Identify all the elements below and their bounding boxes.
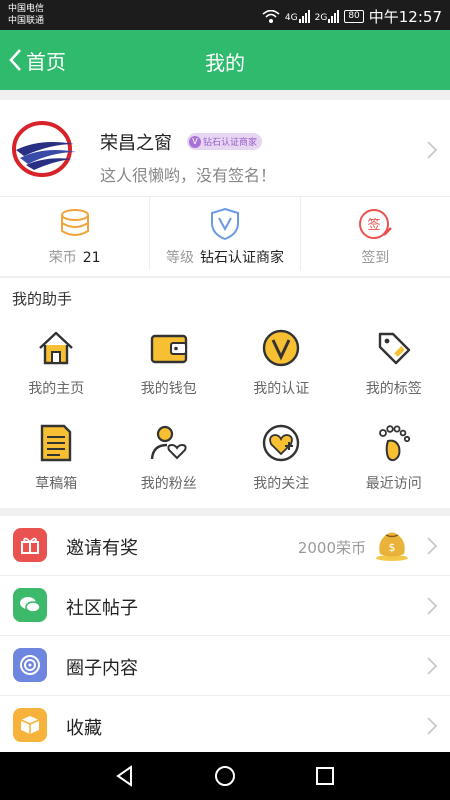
badge-label: 钻石认证商家 [203, 138, 258, 148]
chevron-right-icon [427, 657, 438, 675]
chevron-right-icon [427, 597, 438, 615]
helper-title: 我的助手 [12, 290, 73, 308]
menu-list: 邀请有奖 2000荣币 $ 社区帖子 圈子内容 收藏 [0, 516, 450, 756]
signal-icon-1: 4G [285, 10, 310, 23]
profile-signature: 这人很懒哟，没有签名！ [100, 166, 277, 185]
verified-badge: V 钻石认证商家 [187, 133, 263, 150]
follow-icon [263, 424, 300, 462]
helper-item-wallet[interactable]: 我的钱包 [113, 318, 226, 413]
level-value: 钻石认证商家 [199, 250, 284, 266]
clock: 中午12:57 [368, 8, 442, 26]
helper-item-label: 草稿箱 [35, 476, 78, 492]
chevron-right-icon [427, 717, 438, 735]
chevron-right-icon [427, 537, 438, 555]
helper-item-tag[interactable]: 我的标签 [338, 318, 450, 413]
chat-icon [13, 588, 47, 622]
carrier-info: 中国电信 中国联通 [8, 3, 44, 27]
page-title: 我的 [205, 51, 245, 75]
carrier-1: 中国电信 [8, 4, 45, 14]
battery-icon: 80 [344, 10, 364, 23]
system-nav-bar [0, 752, 450, 800]
box-icon [13, 708, 47, 742]
coins-label: 荣币 [48, 250, 77, 266]
helper-grid: 我的主页 我的钱包 我的认证 我的标签 草稿箱 我的粉丝 我的关注 最近访问 [0, 318, 450, 508]
menu-item-posts[interactable]: 社区帖子 [0, 576, 450, 636]
menu-item-invite[interactable]: 邀请有奖 2000荣币 $ [0, 516, 450, 576]
verify-icon [263, 329, 300, 367]
profile-name: 荣昌之窗 [100, 133, 172, 154]
home-circle-icon[interactable] [213, 764, 237, 788]
tag-icon [378, 332, 410, 365]
menu-item-circle[interactable]: 圈子内容 [0, 636, 450, 696]
coins-value: 21 [82, 250, 101, 266]
gift-icon [13, 528, 47, 562]
profile-card[interactable]: 荣昌之窗 V 钻石认证商家 这人很懒哟，没有签名！ 荣币 21 等级 钻石认证商家 … [0, 100, 450, 276]
checkin-label: 签到 [361, 250, 390, 266]
menu-item-favorites[interactable]: 收藏 [0, 696, 450, 756]
coins-icon [60, 209, 89, 236]
wallet-icon [150, 334, 187, 364]
helper-item-label: 我的粉丝 [140, 476, 197, 492]
helper-item-label: 最近访问 [365, 476, 422, 492]
signal-icon-2: 2G [315, 10, 340, 23]
stat-coins[interactable]: 荣币 21 [0, 197, 149, 270]
helper-item-drafts[interactable]: 草稿箱 [0, 413, 113, 508]
menu-label: 收藏 [66, 718, 102, 739]
helper-item-fans[interactable]: 我的粉丝 [113, 413, 226, 508]
status-icons: 4G 2G 80 中午12:57 [262, 6, 442, 27]
stats-bar: 荣币 21 等级 钻石认证商家 签 签到 [0, 196, 450, 270]
helper-item-label: 我的认证 [253, 381, 310, 397]
menu-label: 邀请有奖 [66, 538, 138, 559]
invite-reward: 2000荣币 [297, 539, 366, 557]
helper-item-label: 我的主页 [28, 381, 85, 397]
circle-icon [13, 648, 47, 682]
helper-item-follow[interactable]: 我的关注 [225, 413, 338, 508]
carrier-2: 中国联通 [8, 16, 45, 26]
svg-text:$: $ [389, 541, 396, 554]
helper-item-verify[interactable]: 我的认证 [225, 318, 338, 413]
helper-section: 我的助手 我的主页 我的钱包 我的认证 我的标签 草稿箱 我的粉丝 我的关注 最… [0, 278, 450, 508]
verified-v-icon: V [189, 135, 201, 148]
nav-bar: 首页 我的 [0, 30, 450, 90]
status-bar: 中国电信 中国联通 4G 2G 80 中午12:57 [0, 0, 450, 30]
helper-item-recent[interactable]: 最近访问 [338, 413, 450, 508]
helper-item-home[interactable]: 我的主页 [0, 318, 113, 413]
helper-item-label: 我的关注 [253, 476, 310, 492]
avatar [12, 121, 76, 177]
helper-item-label: 我的标签 [365, 381, 422, 397]
wifi-icon [262, 9, 280, 23]
fans-icon [150, 425, 187, 460]
helper-item-label: 我的钱包 [140, 381, 197, 397]
draft-icon [41, 424, 72, 462]
menu-label: 社区帖子 [66, 598, 138, 619]
stat-level[interactable]: 等级 钻石认证商家 [149, 197, 299, 270]
checkin-icon: 签 [359, 209, 393, 239]
svg-text:签: 签 [368, 217, 381, 233]
stat-checkin[interactable]: 签 签到 [299, 197, 450, 270]
shield-v-icon [210, 207, 239, 241]
money-bag-icon: $ [376, 532, 408, 561]
back-triangle-icon[interactable] [113, 764, 137, 788]
chevron-right-icon [427, 141, 438, 159]
recents-square-icon[interactable] [313, 764, 337, 788]
footprint-icon [378, 425, 410, 462]
level-label: 等级 [165, 250, 194, 266]
menu-label: 圈子内容 [66, 658, 138, 679]
home-icon [39, 331, 74, 365]
